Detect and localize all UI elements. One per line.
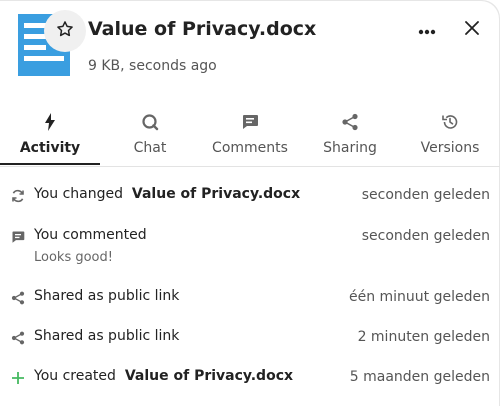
- activity-target[interactable]: Value of Privacy.docx: [132, 186, 300, 202]
- lightning-icon: [43, 110, 57, 134]
- share-icon: [10, 330, 26, 346]
- activity-text: Shared as public link: [34, 328, 180, 344]
- plus-icon: [10, 370, 26, 386]
- close-icon: [465, 20, 479, 39]
- history-icon: [441, 110, 459, 134]
- sidebar-panel: Value of Privacy.docx 9 KB, seconds ago …: [0, 0, 500, 406]
- activity-item: You created Value of Privacy.docx 5 maan…: [0, 366, 500, 390]
- activity-text: You changed: [34, 186, 123, 202]
- more-options-button[interactable]: [413, 16, 441, 42]
- tab-label: Chat: [133, 140, 167, 156]
- more-icon: [418, 20, 436, 39]
- file-name: Value of Privacy.docx: [88, 18, 317, 40]
- comment-icon: [241, 110, 259, 134]
- activity-text: You created: [34, 368, 116, 384]
- chat-icon: [141, 110, 159, 134]
- tab-activity[interactable]: Activity: [0, 104, 100, 165]
- sync-icon: [10, 188, 26, 204]
- activity-text: You commented: [34, 227, 147, 243]
- activity-time: seconden geleden: [361, 187, 490, 203]
- tab-label: Activity: [19, 140, 81, 156]
- activity-time: 2 minuten geleden: [357, 329, 490, 345]
- close-button[interactable]: [459, 16, 485, 42]
- tab-versions[interactable]: Versions: [400, 104, 500, 165]
- activity-item: You changed Value of Privacy.docx second…: [0, 184, 500, 208]
- tab-label: Comments: [212, 140, 288, 156]
- activity-item: Shared as public link 2 minuten geleden: [0, 326, 500, 350]
- tab-sharing[interactable]: Sharing: [300, 104, 400, 165]
- tab-chat[interactable]: Chat: [100, 104, 200, 165]
- tab-bar: Activity Chat Comments Sharing Versions: [0, 104, 500, 167]
- tab-label: Sharing: [323, 140, 377, 156]
- file-meta: 9 KB, seconds ago: [88, 58, 217, 74]
- comment-icon: [10, 229, 26, 245]
- share-icon: [10, 290, 26, 306]
- activity-time: 5 maanden geleden: [349, 369, 490, 385]
- share-icon: [341, 110, 359, 134]
- activity-target[interactable]: Value of Privacy.docx: [125, 368, 293, 384]
- favorite-button[interactable]: [44, 10, 86, 52]
- tab-label: Versions: [420, 140, 480, 156]
- star-icon: [55, 19, 75, 43]
- activity-item: Shared as public link één minuut geleden: [0, 286, 500, 310]
- activity-time: één minuut geleden: [348, 289, 490, 305]
- tab-comments[interactable]: Comments: [200, 104, 300, 165]
- activity-text: Shared as public link: [34, 288, 180, 304]
- activity-item: You commented seconden geleden Looks goo…: [0, 225, 500, 269]
- comment-text: Looks good!: [34, 250, 113, 265]
- activity-time: seconden geleden: [361, 228, 490, 244]
